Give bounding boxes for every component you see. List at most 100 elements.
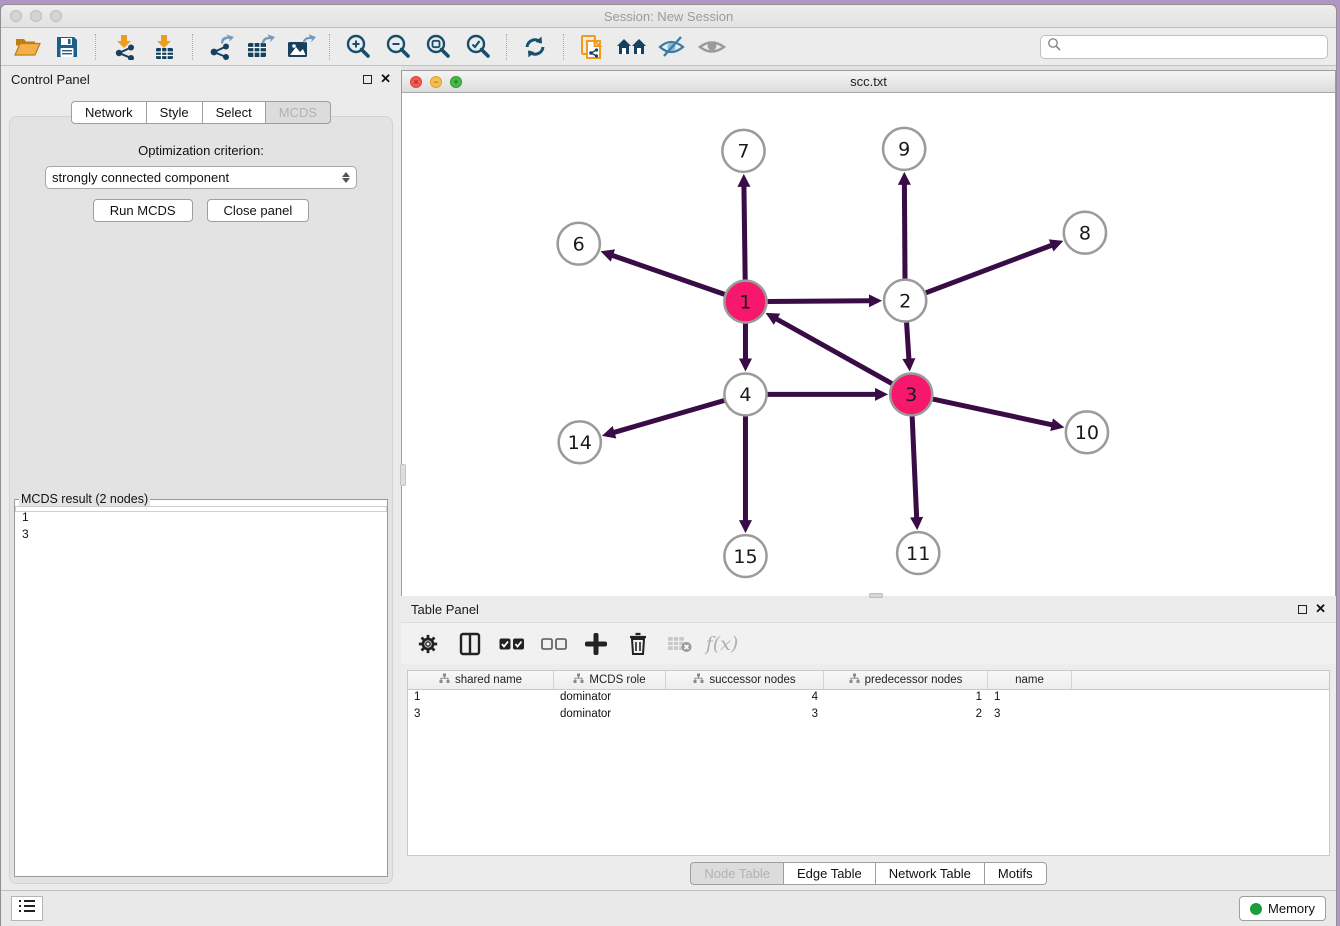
graph-node-15[interactable]: 15 (724, 535, 766, 577)
graph-node-7[interactable]: 7 (722, 130, 764, 172)
edge-2-9[interactable] (904, 184, 905, 279)
table-settings-button[interactable] (413, 629, 443, 659)
tab-mcds[interactable]: MCDS (266, 101, 331, 124)
float-panel-icon[interactable] (363, 75, 372, 84)
table-toolbar: f(x) (401, 622, 1336, 664)
column-header-successor-nodes[interactable]: successor nodes (666, 671, 824, 689)
graph-node-2[interactable]: 2 (884, 280, 926, 322)
import-network-button[interactable] (106, 32, 142, 62)
edge-2-8[interactable] (926, 245, 1052, 293)
open-session-button[interactable] (9, 32, 45, 62)
edge-arrowhead (910, 517, 923, 530)
control-panel-content: Network Style Select MCDS Optimization c… (1, 92, 401, 890)
graph-node-11[interactable]: 11 (897, 532, 939, 574)
edge-1-7[interactable] (744, 186, 745, 280)
graph-node-9[interactable]: 9 (883, 128, 925, 170)
home-networks-button[interactable] (614, 32, 650, 62)
select-all-columns-button[interactable] (497, 629, 527, 659)
zoom-fit-button[interactable] (420, 32, 456, 62)
search-input[interactable] (1066, 40, 1321, 54)
zoom-in-button[interactable] (340, 32, 376, 62)
cell-predecessor-nodes[interactable]: 1 (824, 690, 988, 707)
graph-node-3[interactable]: 3 (890, 373, 932, 415)
delete-column-button[interactable] (623, 629, 653, 659)
network-close-button[interactable]: × (410, 76, 422, 88)
cell-predecessor-nodes[interactable]: 2 (824, 707, 988, 724)
cell-MCDS-role[interactable]: dominator (554, 707, 666, 724)
graph-node-10[interactable]: 10 (1066, 411, 1108, 453)
edge-3-11[interactable] (912, 416, 917, 518)
plus-icon (585, 633, 607, 655)
show-all-button[interactable] (694, 32, 730, 62)
tab-edge-table[interactable]: Edge Table (784, 862, 876, 885)
control-panel: Control Panel ✕ Network Style Select MCD… (1, 66, 401, 890)
horizontal-splitter-grip[interactable] (869, 593, 883, 598)
table-row-1[interactable]: 1dominator411 (408, 690, 1329, 707)
deselect-columns-button[interactable] (539, 629, 569, 659)
close-window-button[interactable] (10, 10, 22, 22)
tab-motifs[interactable]: Motifs (985, 862, 1047, 885)
export-image-button[interactable] (283, 32, 319, 62)
edge-3-10[interactable] (933, 399, 1053, 425)
mcds-result-list[interactable]: 1 3 (15, 506, 387, 512)
close-table-panel-icon[interactable]: ✕ (1315, 604, 1326, 614)
list-icon (18, 899, 36, 918)
graph-node-1[interactable]: 1 (724, 281, 766, 323)
graph-node-6[interactable]: 6 (558, 223, 600, 265)
network-graph: 7 9 6 8 1 2 4 3 14 10 15 11 (402, 93, 1335, 596)
edge-3-1[interactable] (776, 319, 892, 384)
cell-successor-nodes[interactable]: 4 (666, 690, 824, 707)
cell-name[interactable]: 1 (988, 690, 1072, 707)
minimize-window-button[interactable] (30, 10, 42, 22)
network-canvas[interactable]: 7 9 6 8 1 2 4 3 14 10 15 11 (402, 93, 1335, 596)
panel-splitter-grip[interactable] (400, 464, 406, 486)
graph-node-4[interactable]: 4 (724, 373, 766, 415)
edge-1-2[interactable] (768, 301, 870, 302)
tab-select[interactable]: Select (203, 101, 266, 124)
close-panel-button[interactable]: Close panel (207, 199, 310, 222)
tab-network[interactable]: Network (71, 101, 147, 124)
table-row-2[interactable]: 3dominator323 (408, 707, 1329, 724)
edge-4-14[interactable] (614, 401, 725, 433)
export-network-button[interactable] (203, 32, 239, 62)
hide-selected-button[interactable] (654, 32, 690, 62)
create-column-button[interactable] (581, 629, 611, 659)
delete-table-button[interactable] (665, 629, 695, 659)
zoom-window-button[interactable] (50, 10, 62, 22)
column-header-shared-name[interactable]: shared name (408, 671, 554, 689)
save-session-button[interactable] (49, 32, 85, 62)
float-table-panel-icon[interactable] (1298, 605, 1307, 614)
clone-network-button[interactable] (574, 32, 610, 62)
split-column-button[interactable] (455, 629, 485, 659)
export-table-button[interactable] (243, 32, 279, 62)
edge-2-3[interactable] (907, 322, 909, 359)
column-header-predecessor-nodes[interactable]: predecessor nodes (824, 671, 988, 689)
criterion-select[interactable]: strongly connected component (45, 166, 357, 189)
network-zoom-button[interactable]: + (450, 76, 462, 88)
tab-network-table[interactable]: Network Table (876, 862, 985, 885)
import-table-button[interactable] (146, 32, 182, 62)
column-header-name[interactable]: name (988, 671, 1072, 689)
cell-shared-name[interactable]: 1 (408, 690, 554, 707)
run-mcds-button[interactable]: Run MCDS (93, 199, 193, 222)
network-minimize-button[interactable]: − (430, 76, 442, 88)
refresh-layout-button[interactable] (517, 32, 553, 62)
tab-node-table[interactable]: Node Table (690, 862, 784, 885)
zoom-out-button[interactable] (380, 32, 416, 62)
column-header-MCDS-role[interactable]: MCDS role (554, 671, 666, 689)
function-builder-button[interactable]: f(x) (707, 629, 737, 659)
edge-1-6[interactable] (612, 255, 725, 294)
graph-node-8[interactable]: 8 (1064, 212, 1106, 254)
cell-name[interactable]: 3 (988, 707, 1072, 724)
tab-style[interactable]: Style (147, 101, 203, 124)
select-stepper-icon (342, 172, 350, 183)
memory-button[interactable]: Memory (1239, 896, 1326, 921)
cell-shared-name[interactable]: 3 (408, 707, 554, 724)
graph-node-14[interactable]: 14 (559, 421, 601, 463)
cell-successor-nodes[interactable]: 3 (666, 707, 824, 724)
cell-MCDS-role[interactable]: dominator (554, 690, 666, 707)
network-window-titlebar: × − + scc.txt (402, 71, 1335, 93)
task-history-button[interactable] (11, 896, 43, 921)
close-panel-icon[interactable]: ✕ (380, 74, 391, 84)
zoom-selected-button[interactable] (460, 32, 496, 62)
